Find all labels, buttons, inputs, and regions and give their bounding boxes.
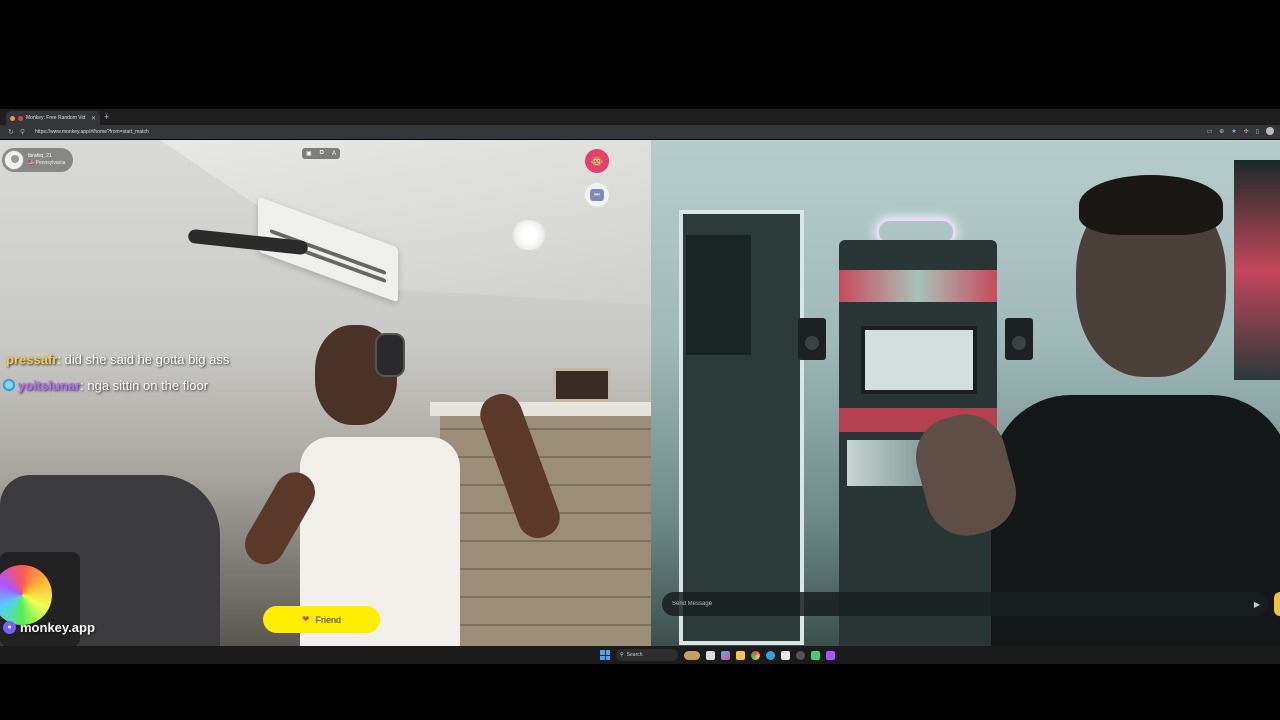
skip-button[interactable]: ⏭ xyxy=(585,183,609,207)
translate-icon[interactable]: A xyxy=(332,151,336,157)
watermark-text: monkey.app xyxy=(20,620,95,635)
file-explorer-icon[interactable] xyxy=(736,650,745,660)
video-headphones xyxy=(375,333,405,377)
address-bar: ↻ ⚲ https://www.monkey.app/#/home?from=s… xyxy=(0,125,1280,139)
taskbar-center: ⚲ Search xyxy=(600,649,835,661)
app-icon[interactable] xyxy=(811,650,820,660)
edge-icon[interactable] xyxy=(766,650,775,660)
monkey-face-icon: 🐵 xyxy=(590,155,604,168)
windows-start-icon[interactable] xyxy=(600,650,610,660)
match-username: Ibrahiq, 21 xyxy=(28,153,52,159)
screen: Monkey: Free Random Vid ✕ + ↻ ⚲ https://… xyxy=(0,0,1280,720)
taskbar: ⚲ Search xyxy=(0,646,1280,664)
self-video xyxy=(651,140,1280,646)
store-icon[interactable] xyxy=(781,650,790,660)
monkey-badge-button[interactable]: 🐵 xyxy=(585,149,609,173)
gem-badge-icon xyxy=(3,379,15,391)
chat-username: yoitslunar xyxy=(18,378,81,393)
bookmark-star-icon[interactable]: ★ xyxy=(1231,128,1236,135)
heart-plus-icon: ❤ xyxy=(301,614,310,624)
obs-icon[interactable] xyxy=(796,650,805,660)
search-icon: ⚲ xyxy=(620,652,624,658)
video-ceiling-light xyxy=(510,220,548,250)
monkey-logo-icon: ● xyxy=(3,621,16,634)
chat-username: pressafr xyxy=(6,352,58,367)
chat-message: pressafr: did she said he gotta big ass xyxy=(6,352,229,367)
browser-tabbar: Monkey: Free Random Vid ✕ + xyxy=(0,109,1280,125)
match-user-info: Ibrahiq, 21 🇺🇸 Pennsylvania xyxy=(28,153,65,167)
chat-separator: : xyxy=(57,352,65,367)
site-info-icon[interactable]: ⚲ xyxy=(20,128,25,136)
sidebar-icon[interactable]: ▯ xyxy=(1256,128,1259,135)
zoom-icon[interactable]: ⊕ xyxy=(1219,128,1224,135)
tab-close-icon[interactable]: ✕ xyxy=(91,115,96,122)
url-input[interactable]: https://www.monkey.app/#/home?from=start… xyxy=(35,129,149,135)
video-picture-frame xyxy=(553,368,611,402)
chat-text: nga sittin on the floor xyxy=(87,378,209,393)
image-icon[interactable]: ▣ xyxy=(306,150,312,157)
send-icon[interactable]: ▶ xyxy=(1254,600,1260,609)
video-person xyxy=(205,325,566,646)
cast-icon[interactable]: ▭ xyxy=(1207,128,1213,135)
tab-title: Monkey: Free Random Vid xyxy=(26,115,86,121)
remote-video xyxy=(0,140,651,646)
video-speaker xyxy=(798,318,826,360)
toolbar-icons: ▭ ⊕ ★ ✣ ▯ xyxy=(1207,127,1274,135)
task-view-icon[interactable] xyxy=(706,650,715,660)
video-person-hair xyxy=(1079,175,1223,235)
tab-audio-icon xyxy=(10,115,15,121)
app-icon[interactable] xyxy=(826,650,835,660)
taskbar-search[interactable]: ⚲ Search xyxy=(616,649,678,661)
taskbar-search-label: Search xyxy=(626,652,643,658)
match-location: 🇺🇸 Pennsylvania xyxy=(28,160,66,166)
send-message-input[interactable] xyxy=(672,601,1254,607)
tab-favicon-icon xyxy=(18,115,23,121)
chat-text: did she said he gotta big ass xyxy=(64,352,230,367)
new-tab-button[interactable]: + xyxy=(104,111,109,123)
watermark: ● monkey.app xyxy=(3,620,95,635)
chrome-icon[interactable] xyxy=(751,650,760,660)
browser-tab[interactable]: Monkey: Free Random Vid ✕ xyxy=(6,111,100,125)
extensions-icon[interactable]: ✣ xyxy=(1244,128,1249,135)
video-shelf xyxy=(686,235,751,355)
reload-icon[interactable]: ↻ xyxy=(8,128,14,136)
friend-button[interactable]: ❤ Friend xyxy=(263,606,380,633)
match-user-avatar xyxy=(4,150,24,170)
video-tools: ▣ ⧉ A xyxy=(302,148,340,159)
video-person xyxy=(907,175,1280,646)
profile-avatar[interactable] xyxy=(1266,127,1274,135)
match-user-chip[interactable]: Ibrahiq, 21 🇺🇸 Pennsylvania xyxy=(2,148,73,172)
side-panel-tab[interactable] xyxy=(1274,592,1280,616)
screenshot-icon[interactable]: ⧉ xyxy=(320,150,324,157)
widgets-icon[interactable] xyxy=(684,650,700,660)
video-ceiling xyxy=(160,140,651,305)
message-bar: ▶ xyxy=(662,592,1268,616)
friend-button-label: Friend xyxy=(315,614,342,625)
skip-icon: ⏭ xyxy=(590,189,604,201)
copilot-icon[interactable] xyxy=(721,650,730,660)
chat-message: yoitslunar: nga sittin on the floor xyxy=(3,378,208,393)
